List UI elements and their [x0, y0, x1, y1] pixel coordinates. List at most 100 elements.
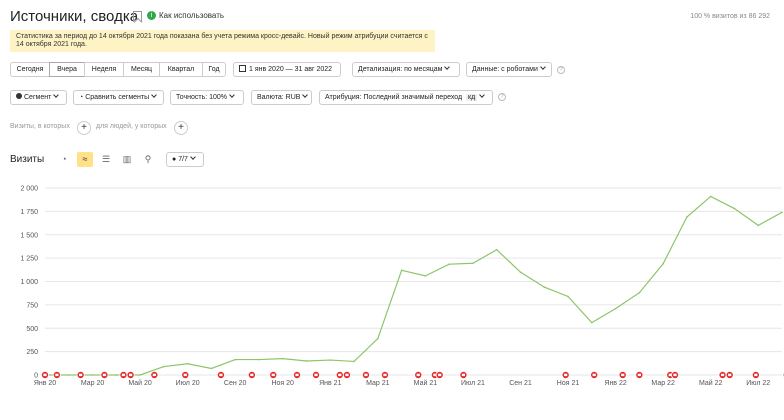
data-point — [614, 307, 617, 310]
comment-icon: ● — [172, 156, 177, 163]
segment-button[interactable]: Сегмент — [10, 90, 67, 105]
stacked-chart-icon[interactable]: ☰ — [98, 152, 114, 167]
data-point — [115, 374, 118, 376]
data-point — [543, 286, 546, 288]
howto-label: Как использовать — [159, 11, 225, 20]
data-point — [448, 263, 450, 266]
date-range-picker[interactable]: 1 янв 2020 — 31 авг 2022 — [233, 62, 341, 77]
data-point — [495, 248, 498, 251]
chevron-down-icon — [151, 92, 157, 98]
data-point — [258, 358, 260, 361]
info-icon: i — [147, 11, 156, 20]
x-tick-label: Июл 21 — [461, 380, 485, 387]
preset-yesterday[interactable]: Вчера — [49, 62, 85, 77]
preset-week[interactable]: Неделя — [84, 62, 124, 77]
visits-total: 100 % визитов из 86 292 — [690, 13, 770, 20]
comment-icon — [621, 373, 625, 377]
chevron-down-icon — [53, 92, 60, 98]
accuracy-label: Точность: 100% — [176, 94, 228, 101]
chevron-down-icon — [540, 64, 546, 70]
comment-icon — [338, 373, 342, 377]
y-tick-label: 2 000 — [20, 186, 38, 193]
comment-icon — [121, 373, 126, 377]
compare-segments-button[interactable]: ◔ Сравнить сегменты — [73, 90, 164, 105]
comment-icon — [183, 373, 187, 377]
metric-title: Визиты — [10, 154, 45, 165]
help-icon[interactable]: ? — [498, 93, 506, 101]
visits-filter-label: Визиты, в которых — [10, 123, 70, 130]
preset-today[interactable]: Сегодня — [10, 62, 50, 77]
comment-icon — [79, 373, 83, 377]
accuracy-dropdown[interactable]: Точность: 100% — [170, 90, 244, 105]
y-tick-label: 1 500 — [20, 232, 38, 239]
bar-chart-icon[interactable]: ▥ — [119, 152, 135, 167]
chevron-down-icon — [479, 92, 486, 98]
comment-icon — [43, 373, 47, 377]
detail-label: Детализация: по месяцам — [358, 66, 443, 73]
comment-icon — [364, 373, 368, 377]
data-point — [757, 224, 760, 227]
comment-icon — [345, 373, 349, 377]
visits-line-chart: 0 250 500 750 1 000 1 250 1 500 1 750 2 000 Янв … — [20, 186, 784, 387]
y-tick-label: 750 — [26, 302, 38, 309]
preset-month[interactable]: Месяц — [123, 62, 160, 77]
data-point — [91, 374, 94, 376]
comment-icon — [720, 373, 725, 377]
x-tick-label: Янв 21 — [319, 380, 341, 387]
data-point — [591, 321, 593, 324]
comment-icon — [314, 373, 318, 377]
howto-link[interactable]: i Как использовать — [147, 11, 224, 20]
data-point — [519, 271, 522, 273]
y-tick-label: 500 — [26, 326, 38, 333]
map-pin-icon[interactable]: ⚲ — [140, 152, 156, 167]
data-dropdown[interactable]: Данные: с роботами — [466, 62, 552, 77]
data-point — [686, 216, 688, 218]
y-tick-label: 250 — [26, 349, 38, 356]
pie-chart-icon[interactable]: ◔ — [56, 152, 72, 167]
series-points — [44, 195, 783, 376]
preset-quarter[interactable]: Квартал — [159, 62, 203, 77]
x-tick-label: Янв 22 — [604, 380, 626, 387]
comment-icon — [592, 373, 596, 377]
line-chart-icon[interactable]: ≈ — [77, 152, 93, 167]
comment-icon — [673, 373, 677, 377]
data-point — [329, 359, 332, 361]
help-icon[interactable]: ? — [557, 66, 565, 74]
data-point — [186, 362, 189, 365]
x-tick-label: Янв 20 — [34, 380, 56, 387]
x-tick-label: Июл 22 — [746, 380, 770, 387]
x-tick-label: Сен 21 — [509, 380, 532, 387]
x-tick-label: Ноя 20 — [271, 380, 294, 387]
data-point — [781, 211, 783, 214]
segment-label: Сегмент — [24, 94, 52, 101]
data-point — [163, 365, 165, 368]
comment-icon — [271, 373, 275, 377]
x-tick-label: Май 20 — [128, 379, 152, 387]
preset-year[interactable]: Год — [202, 62, 226, 77]
y-tick-label: 1 000 — [20, 279, 38, 286]
comment-icon — [728, 373, 732, 377]
comment-icon — [250, 373, 254, 377]
comment-icon — [416, 373, 420, 377]
data-label: Данные: с роботами — [472, 66, 538, 73]
comment-icon — [564, 373, 568, 377]
comment-icon — [152, 373, 156, 377]
chevron-down-icon — [190, 154, 196, 160]
comment-icon — [461, 373, 466, 377]
series-selector[interactable]: ● 7/7 — [166, 152, 204, 167]
data-point — [424, 275, 427, 277]
bookmark-icon[interactable] — [133, 11, 142, 22]
attribution-dropdown[interactable]: Атрибуция: Последний значимый переход кд — [319, 90, 493, 105]
x-tick-label: Мар 22 — [651, 380, 675, 387]
data-point — [709, 195, 712, 198]
chart-grid — [45, 187, 782, 376]
currency-dropdown[interactable]: Валюта: RUB — [251, 90, 312, 105]
detail-dropdown[interactable]: Детализация: по месяцам — [352, 62, 460, 77]
segment-icon — [16, 93, 22, 99]
comment-icon — [438, 373, 442, 377]
add-visits-filter-button[interactable]: + — [77, 121, 91, 135]
comment-icon — [754, 373, 758, 377]
data-point — [139, 374, 141, 376]
add-people-filter-button[interactable]: + — [174, 121, 188, 135]
series-count: 7/7 — [178, 156, 188, 163]
